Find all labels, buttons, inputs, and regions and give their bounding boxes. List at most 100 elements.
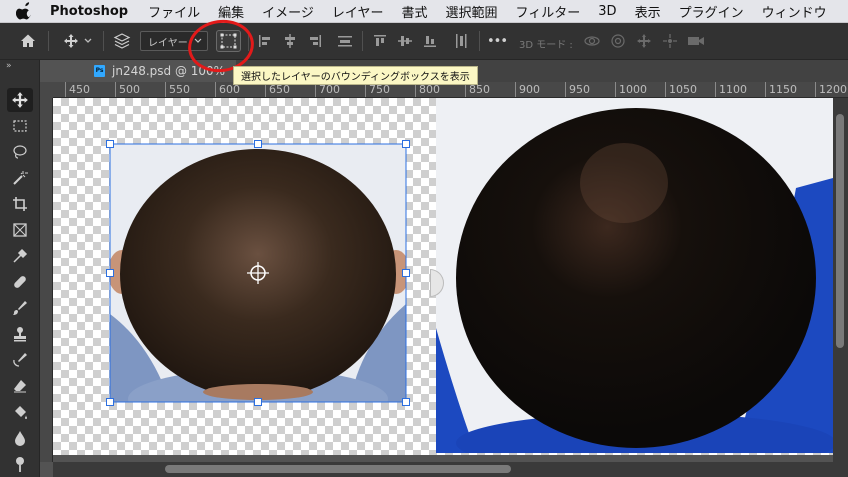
divider xyxy=(362,31,363,51)
camera-3d-icon xyxy=(688,37,704,45)
transform-bounding-box[interactable] xyxy=(104,138,412,408)
move-icon xyxy=(12,92,28,108)
marquee-icon xyxy=(13,120,27,132)
layers-icon xyxy=(113,33,131,49)
ruler-tick: 950 xyxy=(565,82,590,97)
menu-file[interactable]: ファイル xyxy=(148,2,200,21)
eyedropper-icon xyxy=(13,248,28,263)
menu-layer[interactable]: レイヤー xyxy=(332,2,384,21)
history-brush-tool[interactable] xyxy=(7,348,33,372)
ruler-corner xyxy=(40,82,53,98)
ruler-tick: 450 xyxy=(65,82,90,97)
horizontal-scroll-thumb[interactable] xyxy=(165,465,511,473)
menu-type[interactable]: 書式 xyxy=(402,2,428,21)
collapse-icon[interactable]: » xyxy=(6,61,12,71)
lasso-icon xyxy=(13,145,27,159)
tooltip: 選択したレイヤーのバウンディングボックスを表示 xyxy=(233,66,478,85)
menu-select[interactable]: 選択範囲 xyxy=(446,2,498,21)
menu-app-name[interactable]: Photoshop xyxy=(50,4,128,19)
magic-wand-tool[interactable] xyxy=(7,166,33,190)
paint-bucket-tool[interactable] xyxy=(7,400,33,424)
distribute-v-button[interactable] xyxy=(450,29,472,53)
marquee-tool[interactable] xyxy=(7,114,33,138)
orbit-3d-icon xyxy=(584,36,600,46)
frame-icon xyxy=(13,223,27,237)
lasso-tool[interactable] xyxy=(7,140,33,164)
align-middle-v-button[interactable] xyxy=(394,29,416,53)
pan-3d-button[interactable] xyxy=(632,29,656,53)
slide-3d-button[interactable] xyxy=(658,29,682,53)
home-button[interactable] xyxy=(16,29,40,53)
divider xyxy=(479,31,480,51)
mode-3d-label: 3D モード : xyxy=(519,40,573,51)
clone-stamp-tool[interactable] xyxy=(7,322,33,346)
align-bottom-icon xyxy=(424,36,436,47)
menu-window[interactable]: ウィンドウ xyxy=(762,2,827,21)
menu-image[interactable]: イメージ xyxy=(262,2,314,21)
auto-select-toggle[interactable] xyxy=(110,29,134,53)
divider xyxy=(103,31,104,51)
frame-tool[interactable] xyxy=(7,218,33,242)
align-center-h-button[interactable] xyxy=(279,29,301,53)
divider xyxy=(48,31,49,51)
ruler-tick: 1150 xyxy=(765,82,797,97)
menu-3d[interactable]: 3D xyxy=(598,4,616,19)
align-left-icon xyxy=(259,35,270,47)
ruler-tick: 1200 xyxy=(815,82,847,97)
ruler-tick: 900 xyxy=(515,82,540,97)
distribute-v-icon xyxy=(456,34,467,48)
menu-plugins[interactable]: プラグイン xyxy=(679,2,744,21)
tooltip-text: 選択したレイヤーのバウンディングボックスを表示 xyxy=(241,72,470,83)
more-icon: ••• xyxy=(486,33,508,49)
eraser-tool[interactable] xyxy=(7,374,33,398)
dodge-tool[interactable] xyxy=(7,452,33,476)
move-icon xyxy=(64,34,92,48)
menu-filter[interactable]: フィルター xyxy=(516,2,581,21)
camera-3d-button[interactable] xyxy=(684,29,708,53)
stamp-icon xyxy=(14,327,26,342)
slide-3d-icon xyxy=(663,34,677,48)
roll-3d-button[interactable] xyxy=(606,29,630,53)
document-canvas[interactable] xyxy=(53,98,833,455)
menu-edit[interactable]: 編集 xyxy=(218,2,244,21)
move-tool[interactable] xyxy=(7,88,33,112)
options-bar: レイヤー ••• 3D モード : xyxy=(0,23,848,60)
pan-3d-icon xyxy=(637,34,651,48)
orbit-3d-button[interactable] xyxy=(580,29,604,53)
right-layer-image[interactable] xyxy=(436,98,833,453)
move-tool-preset[interactable] xyxy=(58,29,98,53)
align-right-icon xyxy=(310,35,321,47)
canvas-pasteboard xyxy=(53,455,848,462)
more-options-button[interactable]: ••• xyxy=(484,29,510,53)
align-center-h-icon xyxy=(285,34,295,48)
vertical-scroll-thumb[interactable] xyxy=(836,114,844,348)
distribute-button[interactable] xyxy=(334,29,356,53)
apple-icon[interactable] xyxy=(16,2,34,20)
align-top-button[interactable] xyxy=(369,29,391,53)
blur-tool[interactable] xyxy=(7,426,33,450)
water-drop-icon xyxy=(15,431,25,446)
vertical-ruler xyxy=(40,98,53,462)
magic-wand-icon xyxy=(13,171,28,185)
home-icon xyxy=(21,34,35,47)
align-middle-v-icon xyxy=(398,36,412,46)
align-top-icon xyxy=(374,35,386,46)
bandage-icon xyxy=(14,276,26,288)
healing-brush-tool[interactable] xyxy=(7,270,33,294)
menu-bar: Photoshop ファイル 編集 イメージ レイヤー 書式 選択範囲 フィルタ… xyxy=(0,0,848,23)
ruler-tick: 1000 xyxy=(615,82,647,97)
menu-view[interactable]: 表示 xyxy=(635,2,661,21)
psd-file-icon: Ps xyxy=(94,65,105,77)
distribute-icon xyxy=(338,36,352,47)
align-bottom-button[interactable] xyxy=(419,29,441,53)
align-left-button[interactable] xyxy=(254,29,276,53)
brush-tool[interactable] xyxy=(7,296,33,320)
tools-panel: » xyxy=(0,60,40,477)
eyedropper-tool[interactable] xyxy=(7,244,33,268)
auto-select-value: レイヤー xyxy=(148,37,188,49)
align-right-button[interactable] xyxy=(304,29,326,53)
roll-3d-icon xyxy=(611,34,625,48)
ruler-tick: 500 xyxy=(115,82,140,97)
crop-tool[interactable] xyxy=(7,192,33,216)
brush-icon xyxy=(13,301,27,315)
